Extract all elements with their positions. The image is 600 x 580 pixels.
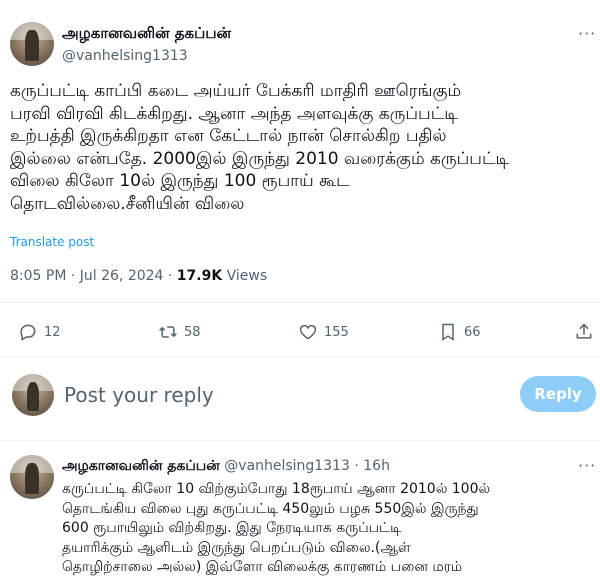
translate-post-link[interactable]: Translate post — [10, 235, 94, 249]
share-action-button[interactable] — [574, 322, 594, 342]
author-handle[interactable]: @vanhelsing1313 — [62, 48, 188, 64]
divider — [0, 440, 600, 441]
reply-button[interactable]: Reply — [520, 376, 596, 412]
bookmark-icon — [442, 323, 454, 341]
reply-input[interactable]: Post your reply — [64, 383, 214, 407]
more-options-icon[interactable]: ··· — [578, 24, 596, 43]
heart-icon — [299, 324, 317, 340]
reply-icon — [20, 324, 36, 341]
reply-text: கருப்பட்டி கிலோ 10 விற்கும்போது 18ரூபாய்… — [62, 481, 491, 576]
divider — [0, 302, 600, 303]
divider — [0, 356, 600, 357]
reply-more-options-icon[interactable]: ··· — [578, 456, 596, 475]
reply-action-button[interactable]: 12 — [18, 322, 61, 342]
reply-header: அழகானவனின் தகப்பன் @vanhelsing1313 · 16h — [62, 458, 390, 476]
author-avatar[interactable] — [10, 22, 54, 66]
reply-author-name[interactable]: அழகானவனின் தகப்பன் — [62, 458, 220, 474]
post-text: கருப்பட்டி காப்பி கடை அய்யர் பேக்கரி மாத… — [10, 81, 510, 214]
reply-count: 12 — [44, 324, 61, 340]
repost-action-button[interactable]: 58 — [158, 322, 201, 342]
views-count: 17.9K — [176, 268, 223, 284]
repost-icon — [159, 326, 177, 338]
reply-author-avatar[interactable] — [10, 455, 54, 499]
views-label: Views — [222, 268, 268, 284]
bookmark-count: 66 — [464, 324, 481, 340]
author-name[interactable]: அழகானவனின் தகப்பன் — [62, 24, 231, 44]
post-timestamp[interactable]: 8:05 PM · Jul 26, 2024 · — [10, 268, 177, 284]
reply-meta[interactable]: @vanhelsing1313 · 16h — [224, 458, 390, 474]
like-count: 155 — [324, 324, 349, 340]
current-user-avatar[interactable] — [12, 374, 54, 416]
bookmark-action-button[interactable]: 66 — [438, 322, 481, 342]
repost-count: 58 — [184, 324, 201, 340]
post-meta: 8:05 PM · Jul 26, 2024 · 17.9K Views — [10, 268, 267, 284]
share-icon — [576, 323, 592, 339]
like-action-button[interactable]: 155 — [298, 322, 349, 342]
